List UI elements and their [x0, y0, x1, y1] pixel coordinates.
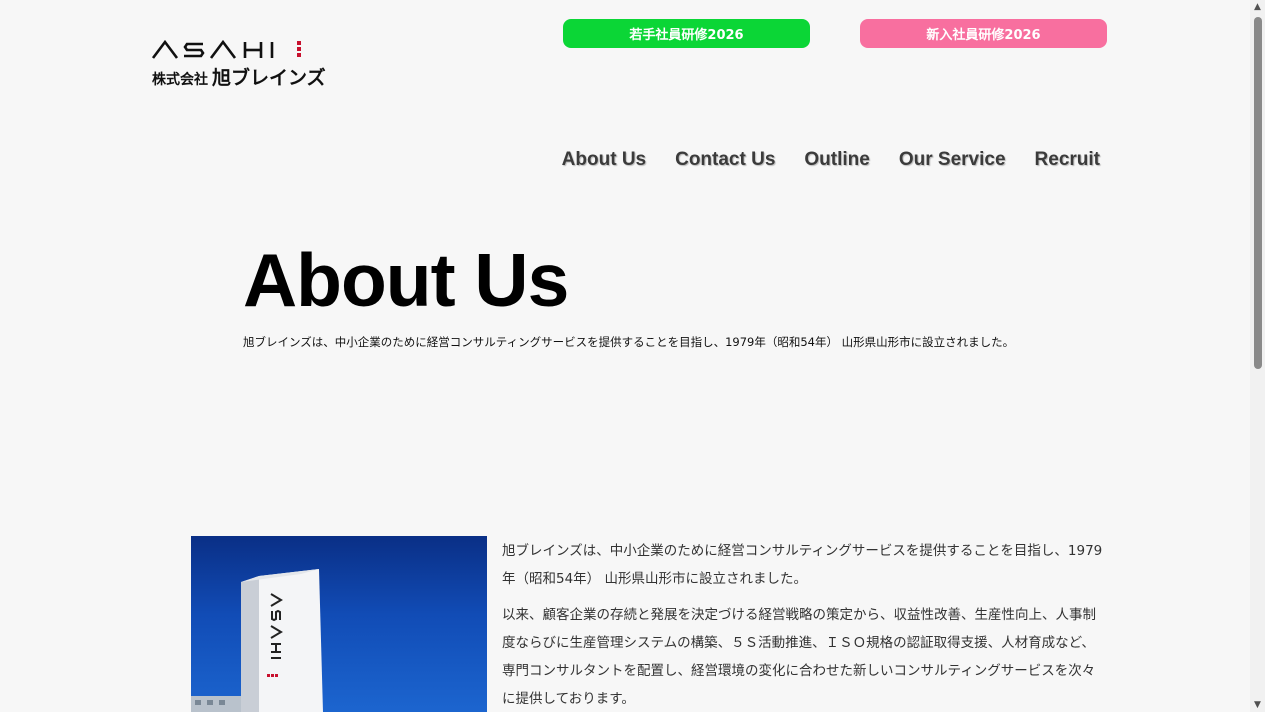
young-employee-training-button[interactable]: 若手社員研修2026	[563, 19, 810, 48]
company-prefix: 株式会社	[152, 72, 208, 88]
nav-outline[interactable]: Outline	[804, 149, 869, 171]
asahi-wordmark-logo	[151, 39, 301, 59]
about-paragraph-1: 旭ブレインズは、中小企業のために経営コンサルティングサービスを提供することを目指…	[502, 543, 1103, 587]
company-sign-photo	[191, 536, 487, 712]
scrollbar-thumb[interactable]	[1254, 17, 1262, 369]
main-nav: About Us Contact Us Outline Our Service …	[562, 149, 1100, 171]
new-employee-training-button[interactable]: 新入社員研修2026	[860, 19, 1107, 48]
nav-our-service[interactable]: Our Service	[899, 149, 1006, 171]
sign-pillar-image	[191, 569, 323, 712]
scroll-down-arrow-icon[interactable]: ▼	[1250, 698, 1265, 712]
about-paragraph-2: 以来、顧客企業の存続と発展を決定づける経営戦略の策定から、収益性改善、生産性向上…	[502, 607, 1096, 707]
company-name: 株式会社 旭ブレインズ	[152, 63, 326, 90]
page-scrollbar[interactable]: ▲ ▼	[1250, 0, 1265, 712]
page-title: About Us	[243, 238, 569, 322]
company-logo[interactable]: 株式会社 旭ブレインズ	[151, 38, 356, 89]
scroll-up-arrow-icon[interactable]: ▲	[1250, 0, 1265, 14]
nav-recruit[interactable]: Recruit	[1035, 149, 1100, 171]
nav-contact-us[interactable]: Contact Us	[675, 149, 775, 171]
about-body-text: 旭ブレインズは、中小企業のために経営コンサルティングサービスを提供することを目指…	[502, 537, 1107, 712]
hero-lead-text: 旭ブレインズは、中小企業のために経営コンサルティングサービスを提供することを目指…	[243, 335, 1015, 349]
nav-about-us[interactable]: About Us	[562, 149, 646, 171]
company-name-main: 旭ブレインズ	[212, 67, 326, 89]
